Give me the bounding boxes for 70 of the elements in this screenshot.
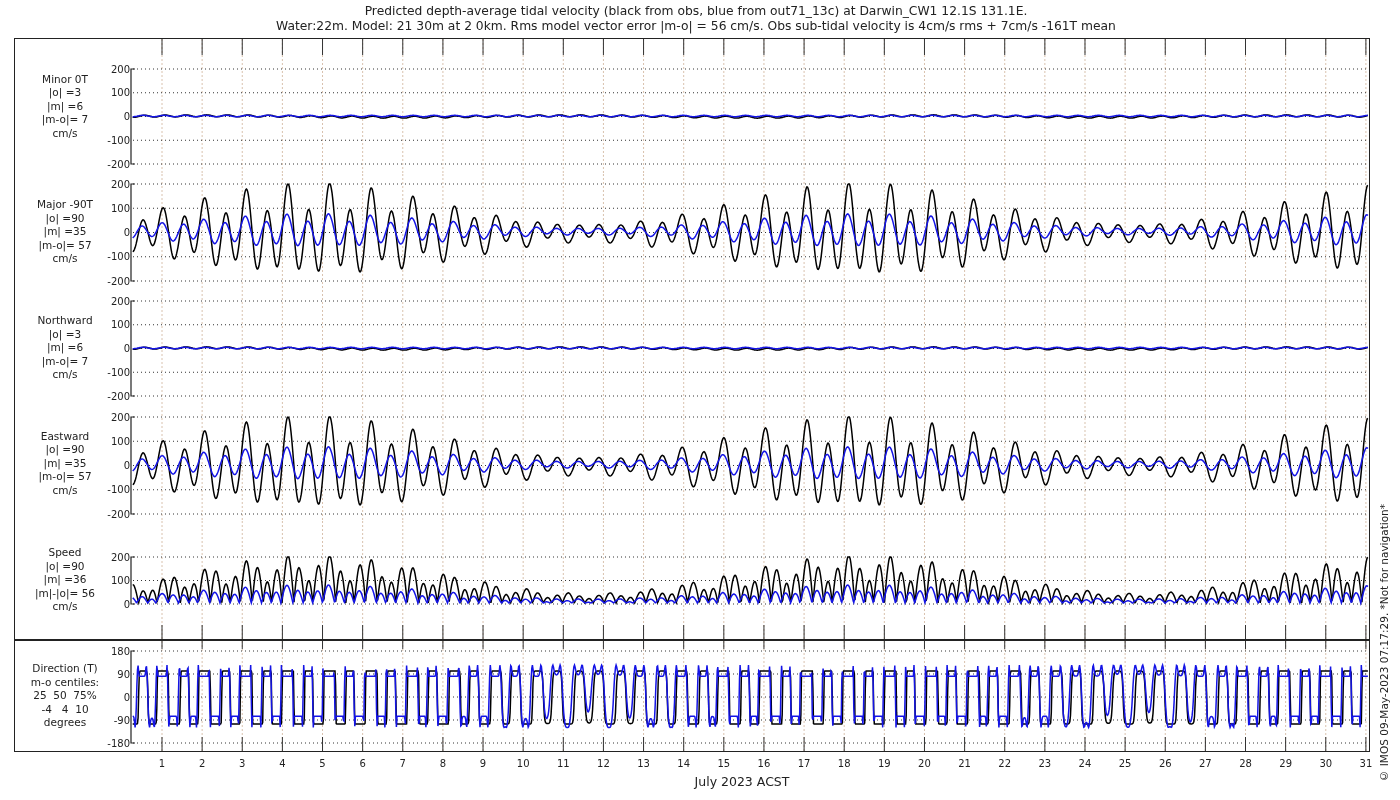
axis-tick-label: 28 (1239, 758, 1252, 769)
axis-tick-label: 30 (1319, 758, 1333, 769)
axis-tick-label: 200 (110, 295, 130, 307)
panel-label: Eastward |o| =90 |m| =35 |m-o|= 57 cm/s (38, 429, 92, 498)
axis-tick-label: 8 (439, 758, 447, 769)
axis-tick-label: 14 (677, 758, 691, 769)
panel-label: Major -90T |o| =90 |m| =35 |m-o|= 57 cm/s (36, 198, 94, 266)
axis-tick-label: -90 (113, 714, 130, 726)
axis-tick-label: 100 (110, 575, 130, 586)
axis-tick-label: 31 (1359, 758, 1373, 769)
axis-tick-label: 0 (123, 598, 130, 610)
axis-tick-label: 29 (1279, 758, 1292, 769)
axis-tick-label: 200 (110, 63, 130, 75)
axis-tick-label: 11 (556, 758, 570, 769)
axis-tick-label: 1 (158, 758, 166, 769)
axis-tick-label: 0 (123, 111, 130, 122)
axis-tick-label: 20 (918, 758, 931, 769)
axis-tick-label: 100 (110, 435, 130, 447)
axis-tick-label: -100 (107, 484, 130, 496)
axis-tick-label: -200 (107, 508, 130, 520)
axis-tick-label: 7 (399, 758, 406, 769)
axis-tick-label: 26 (1158, 758, 1172, 769)
axis-tick-label: 100 (110, 202, 130, 214)
axis-tick-label: 23 (1038, 758, 1052, 769)
axis-tick-label: 200 (110, 178, 130, 190)
axis-tick-label: -100 (107, 134, 130, 146)
axis-tick-label: -200 (107, 158, 130, 170)
x-axis-label: July 2023 ACST (693, 774, 791, 789)
axis-tick-label: 16 (757, 758, 771, 769)
axis-tick-label: 90 (117, 668, 130, 680)
y-axis (130, 556, 136, 605)
axis-tick-label: 17 (797, 758, 811, 769)
axis-tick-label: 22 (998, 758, 1012, 769)
axis-tick-label: 0 (123, 460, 130, 471)
panel-label: Direction (T) m-o centiles: 25 50 75% -4 4 10 degrees (30, 662, 100, 730)
axis-tick-label: 24 (1078, 758, 1092, 769)
axis-tick-label: 0 (123, 227, 130, 238)
axis-tick-label: 0 (123, 343, 130, 354)
axis-tick-label: -100 (107, 251, 130, 263)
axis-tick-label: 100 (110, 87, 130, 99)
axis-tick-label: 4 (279, 758, 286, 769)
axis-tick-label: 27 (1199, 758, 1212, 769)
axis-tick-label: 200 (110, 551, 130, 563)
panel-label: Speed |o| =90 |m| =36 |m|-|o|= 56 cm/s (34, 546, 96, 614)
axis-tick-label: -180 (107, 737, 130, 749)
copyright-note: © IMOS 09-May-2023 07:17:29. *Not for navigation* (1378, 504, 1390, 782)
axis-tick-label: 18 (837, 758, 851, 769)
chart-title: Water:22m. Model: 21 30m at 2 0km. Rms model vector error |m-o| = 56 cm/s. Obs sub-tidal velocity is 4cm/s rms + 7cm/s -161T mean (276, 19, 1116, 34)
axis-tick-label: 13 (637, 758, 650, 769)
axis-tick-label: 0 (123, 691, 130, 703)
axis-tick-label: 180 (110, 645, 130, 657)
axis-tick-label: 10 (516, 758, 530, 769)
axis-tick-label: 100 (110, 319, 130, 331)
axis-tick-label: 15 (717, 758, 731, 769)
chart-title: Predicted depth-average tidal velocity (black from obs, blue from out71_13c) at Darwin_CW1 12.1S 131.1E. (364, 4, 1028, 19)
axis-tick-label: 6 (359, 758, 366, 769)
panel-label: Northward |o| =3 |m| =6 |m-o|= 7 cm/s (37, 314, 93, 382)
axis-tick-label: -200 (107, 390, 130, 402)
axis-tick-label: 21 (958, 758, 971, 769)
axis-tick-label: 25 (1118, 758, 1132, 769)
axis-tick-label: 3 (239, 758, 246, 769)
axis-tick-label: 12 (597, 758, 610, 769)
axis-tick-label: 9 (479, 758, 487, 769)
panel-label: Minor 0T |o| =3 |m| =6 |m-o|= 7 cm/s (41, 72, 89, 141)
axis-tick-label: 2 (198, 758, 206, 769)
axis-tick-label: 19 (877, 758, 891, 769)
axis-tick-label: 5 (319, 758, 326, 769)
axis-tick-label: -200 (107, 275, 130, 287)
axis-tick-label: 200 (110, 411, 130, 423)
axis-tick-label: -100 (107, 366, 130, 378)
